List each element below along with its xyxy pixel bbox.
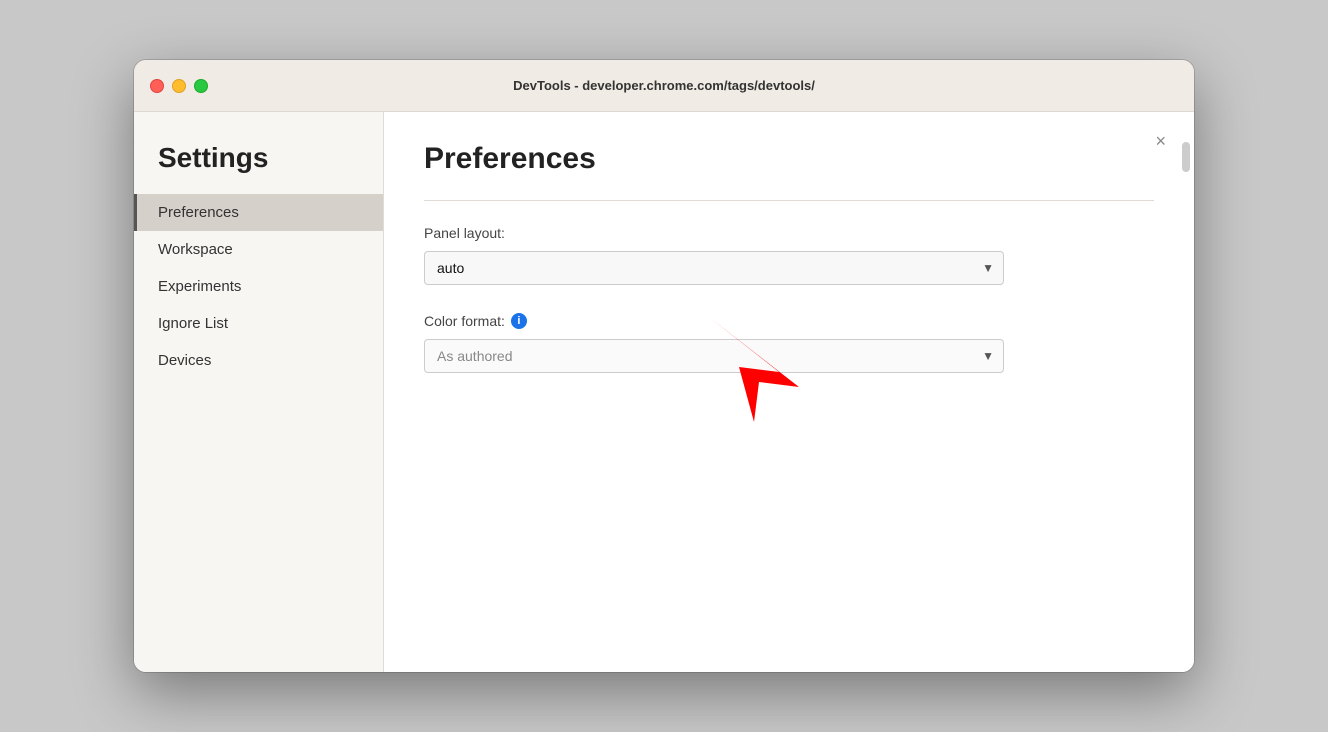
sidebar-link-devices[interactable]: Devices — [134, 342, 383, 379]
traffic-lights — [150, 79, 208, 93]
info-icon[interactable]: i — [511, 313, 527, 329]
panel-layout-select-wrapper: auto horizontal vertical ▼ — [424, 251, 1004, 285]
sidebar: Settings Preferences Workspace Experimen… — [134, 112, 384, 672]
color-format-label-row: Color format: i — [424, 313, 1154, 329]
close-button[interactable]: × — [1147, 128, 1174, 154]
panel-layout-section: Panel layout: auto horizontal vertical ▼ — [424, 225, 1154, 285]
scrollbar-thumb — [1182, 142, 1190, 172]
sidebar-item-ignore-list[interactable]: Ignore List — [134, 305, 383, 342]
close-traffic-light[interactable] — [150, 79, 164, 93]
color-format-select-wrapper: As authored HEX RGB HSL ▼ — [424, 339, 1004, 373]
scrollbar-track[interactable] — [1182, 142, 1190, 642]
sidebar-link-workspace[interactable]: Workspace — [134, 231, 383, 268]
browser-window: DevTools - developer.chrome.com/tags/dev… — [134, 60, 1194, 672]
sidebar-link-ignore-list[interactable]: Ignore List — [134, 305, 383, 342]
panel-layout-select[interactable]: auto horizontal vertical — [424, 251, 1004, 285]
sidebar-nav: Preferences Workspace Experiments Ignore… — [134, 194, 383, 379]
settings-body: Settings Preferences Workspace Experimen… — [134, 112, 1194, 672]
color-format-select[interactable]: As authored HEX RGB HSL — [424, 339, 1004, 373]
maximize-traffic-light[interactable] — [194, 79, 208, 93]
sidebar-link-preferences[interactable]: Preferences — [134, 194, 383, 231]
panel-layout-label: Panel layout: — [424, 225, 1154, 241]
color-format-label-text: Color format: — [424, 313, 505, 329]
main-panel: × Preferences Panel layout: auto horizon… — [384, 112, 1194, 672]
panel-divider — [424, 200, 1154, 201]
sidebar-link-experiments[interactable]: Experiments — [134, 268, 383, 305]
color-format-section: Color format: i As authored HEX RGB HSL … — [424, 313, 1154, 373]
sidebar-item-devices[interactable]: Devices — [134, 342, 383, 379]
titlebar: DevTools - developer.chrome.com/tags/dev… — [134, 60, 1194, 112]
sidebar-item-experiments[interactable]: Experiments — [134, 268, 383, 305]
panel-title: Preferences — [424, 142, 1154, 176]
window-title: DevTools - developer.chrome.com/tags/dev… — [513, 78, 815, 93]
minimize-traffic-light[interactable] — [172, 79, 186, 93]
sidebar-item-workspace[interactable]: Workspace — [134, 231, 383, 268]
sidebar-title: Settings — [134, 132, 383, 194]
sidebar-item-preferences[interactable]: Preferences — [134, 194, 383, 231]
window-wrapper: DevTools - developer.chrome.com/tags/dev… — [114, 56, 1214, 676]
